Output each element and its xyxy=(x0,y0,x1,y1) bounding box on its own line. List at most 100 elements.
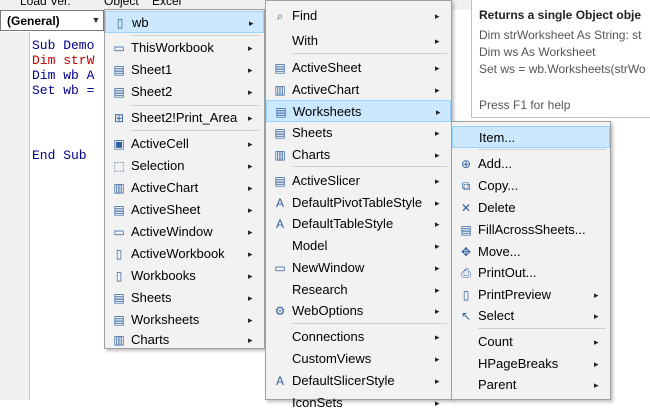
range-icon: ⊞ xyxy=(113,111,125,125)
menu-item-activecell[interactable]: ▣ ActiveCell ▸ xyxy=(105,133,264,155)
menu-item-thisworkbook[interactable]: ▭ ThisWorkbook ▸ xyxy=(105,37,264,59)
excel-menu[interactable]: Excel xyxy=(152,0,181,8)
blank-icon xyxy=(272,30,288,52)
menu-item-sheet1[interactable]: ▤ Sheet1 ▸ xyxy=(105,59,264,81)
submenu-arrow-icon: ▸ xyxy=(435,198,440,208)
submenu-arrow-icon: ▸ xyxy=(435,241,440,251)
menu-item-find[interactable]: ⌕ Find ▸ xyxy=(266,5,451,27)
menu-item-label: PrintPreview xyxy=(478,287,551,302)
menu-item-sheets[interactable]: ▤ Sheets ▸ xyxy=(266,122,451,144)
menu-item-charts[interactable]: ▥ Charts ▸ xyxy=(266,144,451,166)
menu-item-activeslicer[interactable]: ▤ ActiveSlicer ▸ xyxy=(266,170,451,192)
code-line[interactable]: Dim wb A xyxy=(32,68,94,83)
sheets-icon: ▤ xyxy=(274,126,286,140)
menu-item-label: FillAcrossSheets... xyxy=(478,222,586,237)
submenu-arrow-icon: ▸ xyxy=(248,183,253,193)
menu-item-customviews[interactable]: CustomViews ▸ xyxy=(266,348,451,370)
menu-item-defaultslicerstyle[interactable]: A DefaultSlicerStyle ▸ xyxy=(266,370,451,392)
menu-item-label: Research xyxy=(292,282,348,297)
menu-item-label: Model xyxy=(292,238,328,253)
submenu-arrow-icon: ▸ xyxy=(435,285,440,295)
menu-item-item[interactable]: Item... xyxy=(452,126,610,148)
menu-separator xyxy=(292,166,447,167)
sheet-icon: ▤ xyxy=(274,61,286,75)
menu-item-label: Workbooks xyxy=(131,268,196,283)
menu-item-research[interactable]: Research ▸ xyxy=(266,279,451,301)
menu-item-activesheet[interactable]: ▤ ActiveSheet ▸ xyxy=(105,199,264,221)
submenu-arrow-icon: ▸ xyxy=(248,65,253,75)
submenu-arrow-icon: ▸ xyxy=(248,335,253,345)
menu-item-wb[interactable]: ▯ wb ▸ xyxy=(105,11,264,33)
menu-item-delete[interactable]: ✕ Delete xyxy=(452,197,610,219)
menu-item-workbooks[interactable]: ▯ Workbooks ▸ xyxy=(105,265,264,287)
menu-item-copy[interactable]: ⧉ Copy... xyxy=(452,175,610,197)
tooltip-line: Dim ws As Worksheet xyxy=(479,45,596,59)
menu-item-weboptions[interactable]: ⚙ WebOptions ▸ xyxy=(266,300,451,322)
menu-item-label: Select xyxy=(478,308,515,323)
submenu-arrow-icon: ▸ xyxy=(435,354,440,364)
menu-item-label: PrintOut... xyxy=(478,265,537,280)
menu-item-parent[interactable]: Parent ▸ xyxy=(452,374,610,396)
menu-item-sheet2[interactable]: ▤ Sheet2 ▸ xyxy=(105,81,264,103)
menu-item-activesheet[interactable]: ▤ ActiveSheet ▸ xyxy=(266,57,451,79)
menu-item-iconsets[interactable]: IconSets ▸ xyxy=(266,392,451,414)
wrench-icon: ⚙ xyxy=(274,304,286,318)
menu-item-connections[interactable]: Connections ▸ xyxy=(266,326,451,348)
menu-item-printout[interactable]: ⎙ PrintOut... xyxy=(452,262,610,284)
menu-item-newwindow[interactable]: ▭ NewWindow ▸ xyxy=(266,257,451,279)
menu-item-model[interactable]: Model ▸ xyxy=(266,235,451,257)
load-button[interactable]: Load Ver. xyxy=(20,0,71,8)
menu-item-label: NewWindow xyxy=(292,260,365,275)
window-icon: ▭ xyxy=(113,225,125,239)
procedure-dropdown[interactable]: (General) ▼ xyxy=(0,10,104,31)
delete-icon: ✕ xyxy=(460,201,472,215)
menu-item-defaulttablestyle[interactable]: A DefaultTableStyle ▸ xyxy=(266,213,451,235)
submenu-arrow-icon: ▸ xyxy=(435,306,440,316)
tooltip-title: Returns a single Object obje xyxy=(479,8,642,22)
menu-item-sheet2-print-area[interactable]: ⊞ Sheet2!Print_Area ▸ xyxy=(105,107,264,129)
menu-item-hpagebreaks[interactable]: HPageBreaks ▸ xyxy=(452,353,610,375)
menu-item-activechart[interactable]: ▥ ActiveChart ▸ xyxy=(266,79,451,101)
object-menu[interactable]: Object xyxy=(104,0,139,8)
menu-item-selection[interactable]: ⬚ Selection ▸ xyxy=(105,155,264,177)
menu-separator xyxy=(292,323,447,324)
submenu-arrow-icon: ▸ xyxy=(435,63,440,73)
menu-item-sheets[interactable]: ▤ Sheets ▸ xyxy=(105,287,264,309)
menu-item-activewindow[interactable]: ▭ ActiveWindow ▸ xyxy=(105,221,264,243)
menu-item-defaultpivottablestyle[interactable]: A DefaultPivotTableStyle ▸ xyxy=(266,192,451,214)
menu-item-charts[interactable]: ▥ Charts ▸ xyxy=(105,329,264,351)
menu-item-worksheets[interactable]: ▤ Worksheets ▸ xyxy=(266,100,451,122)
code-line[interactable]: Set wb = xyxy=(32,83,94,98)
menu-item-count[interactable]: Count ▸ xyxy=(452,331,610,353)
menu-item-worksheets[interactable]: ▤ Worksheets ▸ xyxy=(105,309,264,331)
submenu-arrow-icon: ▸ xyxy=(248,87,253,97)
menu-item-label: Charts xyxy=(292,147,331,162)
sheet-icon: ▤ xyxy=(113,85,125,99)
menu-item-add[interactable]: ⊕ Add... xyxy=(452,153,610,175)
menu-item-label: ActiveChart xyxy=(131,180,199,195)
chart-icon: ▥ xyxy=(113,181,125,195)
menu-item-label: DefaultSlicerStyle xyxy=(292,373,395,388)
submenu-arrow-icon: ▸ xyxy=(435,332,440,342)
submenu-arrow-icon: ▸ xyxy=(249,18,254,28)
copy-icon: ⧉ xyxy=(461,179,471,193)
menu-item-label: Item... xyxy=(479,130,516,145)
menu-item-label: Connections xyxy=(292,329,365,344)
blank-icon xyxy=(272,279,288,301)
menu-separator xyxy=(478,149,606,150)
sheets-icon: ▤ xyxy=(113,291,125,305)
menu-item-printpreview[interactable]: ▯ PrintPreview ▸ xyxy=(452,284,610,306)
menu-item-fillacrosssheets[interactable]: ▤ FillAcrossSheets... xyxy=(452,219,610,241)
code-line[interactable]: Dim strW xyxy=(32,53,94,68)
code-line[interactable]: Sub Demo xyxy=(32,38,94,53)
menu-item-label: DefaultPivotTableStyle xyxy=(292,195,423,210)
workbook-icon: ▯ xyxy=(115,247,123,261)
submenu-arrow-icon: ▸ xyxy=(248,315,253,325)
menu-item-activeworkbook[interactable]: ▯ ActiveWorkbook ▸ xyxy=(105,243,264,265)
code-line[interactable]: End Sub xyxy=(32,148,87,163)
menu-item-select[interactable]: ↖ Select ▸ xyxy=(452,305,610,327)
menu-item-with[interactable]: With ▸ xyxy=(266,30,451,52)
worksheets-icon: ▤ xyxy=(113,313,125,327)
menu-item-move[interactable]: ✥ Move... xyxy=(452,241,610,263)
menu-item-activechart[interactable]: ▥ ActiveChart ▸ xyxy=(105,177,264,199)
